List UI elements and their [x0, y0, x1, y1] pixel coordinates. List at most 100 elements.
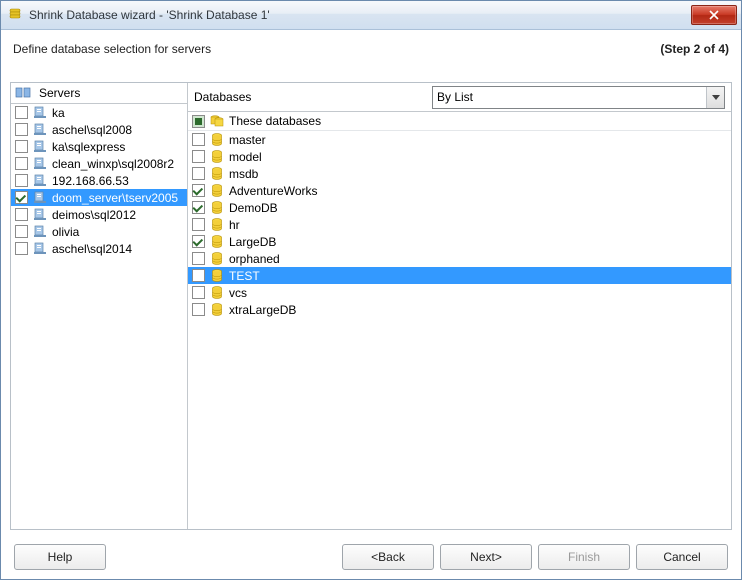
- server-checkbox[interactable]: [15, 174, 28, 187]
- server-icon: [32, 207, 48, 223]
- database-list-header-label: These databases: [229, 114, 321, 128]
- database-item[interactable]: model: [188, 148, 731, 165]
- server-checkbox[interactable]: [15, 191, 28, 204]
- server-item[interactable]: ka: [11, 104, 187, 121]
- database-label: DemoDB: [229, 201, 278, 215]
- database-icon: [209, 285, 225, 301]
- step-counter: (Step 2 of 4): [660, 42, 729, 56]
- server-checkbox[interactable]: [15, 123, 28, 136]
- database-label: xtraLargeDB: [229, 303, 296, 317]
- database-item[interactable]: master: [188, 131, 731, 148]
- database-item[interactable]: msdb: [188, 165, 731, 182]
- filter-row: Databases By List: [188, 83, 731, 112]
- database-item[interactable]: TEST: [188, 267, 731, 284]
- server-item[interactable]: clean_winxp\sql2008r2: [11, 155, 187, 172]
- databases-pane: Databases By List These databases master…: [188, 83, 731, 529]
- server-checkbox[interactable]: [15, 225, 28, 238]
- server-item[interactable]: olivia: [11, 223, 187, 240]
- database-icon: [209, 268, 225, 284]
- server-label: 192.168.66.53: [52, 174, 129, 188]
- server-label: deimos\sql2012: [52, 208, 136, 222]
- database-item[interactable]: vcs: [188, 284, 731, 301]
- database-icon: [209, 149, 225, 165]
- server-item[interactable]: deimos\sql2012: [11, 206, 187, 223]
- server-checkbox[interactable]: [15, 208, 28, 221]
- database-item[interactable]: DemoDB: [188, 199, 731, 216]
- database-item[interactable]: hr: [188, 216, 731, 233]
- server-checkbox[interactable]: [15, 242, 28, 255]
- servers-header-label: Servers: [39, 86, 80, 100]
- databases-group-icon: [209, 113, 225, 129]
- database-icon: [209, 200, 225, 216]
- server-icon: [32, 139, 48, 155]
- database-checkbox[interactable]: [192, 218, 205, 231]
- database-label: TEST: [229, 269, 260, 283]
- database-label: vcs: [229, 286, 247, 300]
- database-icon: [209, 183, 225, 199]
- server-checkbox[interactable]: [15, 140, 28, 153]
- server-label: doom_server\tserv2005: [52, 191, 178, 205]
- database-label: model: [229, 150, 262, 164]
- database-list[interactable]: master model msdb AdventureWorks DemoDB hrLar…: [188, 131, 731, 529]
- server-label: olivia: [52, 225, 79, 239]
- database-icon: [209, 234, 225, 250]
- server-item[interactable]: ka\sqlexpress: [11, 138, 187, 155]
- database-icon: [209, 302, 225, 318]
- select-all-checkbox[interactable]: [192, 115, 205, 128]
- database-label: AdventureWorks: [229, 184, 317, 198]
- database-list-header[interactable]: These databases: [188, 112, 731, 131]
- server-list[interactable]: ka aschel\sql2008ka\sqlexpress clean_winxp…: [11, 104, 187, 529]
- database-label: orphaned: [229, 252, 280, 266]
- server-label: ka: [52, 106, 65, 120]
- filter-value: By List: [433, 90, 706, 104]
- titlebar[interactable]: Shrink Database wizard - 'Shrink Databas…: [1, 1, 741, 30]
- server-icon: [32, 122, 48, 138]
- database-item[interactable]: xtraLargeDB: [188, 301, 731, 318]
- database-item[interactable]: AdventureWorks: [188, 182, 731, 199]
- server-item[interactable]: aschel\sql2008: [11, 121, 187, 138]
- server-item[interactable]: doom_server\tserv2005: [11, 189, 187, 206]
- server-checkbox[interactable]: [15, 106, 28, 119]
- back-button[interactable]: <Back: [342, 544, 434, 570]
- database-label: msdb: [229, 167, 258, 181]
- cancel-button[interactable]: Cancel: [636, 544, 728, 570]
- databases-label: Databases: [194, 90, 432, 104]
- database-checkbox[interactable]: [192, 269, 205, 282]
- wizard-subheader: Define database selection for servers (S…: [1, 30, 741, 66]
- databases-filter-select[interactable]: By List: [432, 86, 725, 109]
- database-checkbox[interactable]: [192, 133, 205, 146]
- finish-button: Finish: [538, 544, 630, 570]
- server-checkbox[interactable]: [15, 157, 28, 170]
- database-icon: [209, 166, 225, 182]
- servers-pane: Servers ka aschel\sql2008ka\sqlexpress cle…: [11, 83, 188, 529]
- database-item[interactable]: orphaned: [188, 250, 731, 267]
- database-icon: [209, 251, 225, 267]
- database-icon: [209, 217, 225, 233]
- database-checkbox[interactable]: [192, 184, 205, 197]
- database-checkbox[interactable]: [192, 201, 205, 214]
- database-checkbox[interactable]: [192, 167, 205, 180]
- window-title: Shrink Database wizard - 'Shrink Databas…: [29, 8, 691, 22]
- chevron-down-icon[interactable]: [706, 87, 724, 108]
- help-button[interactable]: Help: [14, 544, 106, 570]
- close-button[interactable]: [691, 5, 737, 25]
- database-label: hr: [229, 218, 240, 232]
- server-icon: [32, 241, 48, 257]
- database-checkbox[interactable]: [192, 235, 205, 248]
- database-checkbox[interactable]: [192, 303, 205, 316]
- server-item[interactable]: aschel\sql2014: [11, 240, 187, 257]
- server-item[interactable]: 192.168.66.53: [11, 172, 187, 189]
- servers-header: Servers: [11, 83, 187, 104]
- footer: Help <Back Next> Finish Cancel: [0, 534, 742, 580]
- database-checkbox[interactable]: [192, 286, 205, 299]
- database-icon: [209, 132, 225, 148]
- servers-group-icon: [15, 85, 31, 101]
- server-label: aschel\sql2008: [52, 123, 132, 137]
- database-checkbox[interactable]: [192, 150, 205, 163]
- database-checkbox[interactable]: [192, 252, 205, 265]
- server-label: clean_winxp\sql2008r2: [52, 157, 174, 171]
- server-label: aschel\sql2014: [52, 242, 132, 256]
- app-icon: [7, 7, 23, 23]
- database-item[interactable]: LargeDB: [188, 233, 731, 250]
- next-button[interactable]: Next>: [440, 544, 532, 570]
